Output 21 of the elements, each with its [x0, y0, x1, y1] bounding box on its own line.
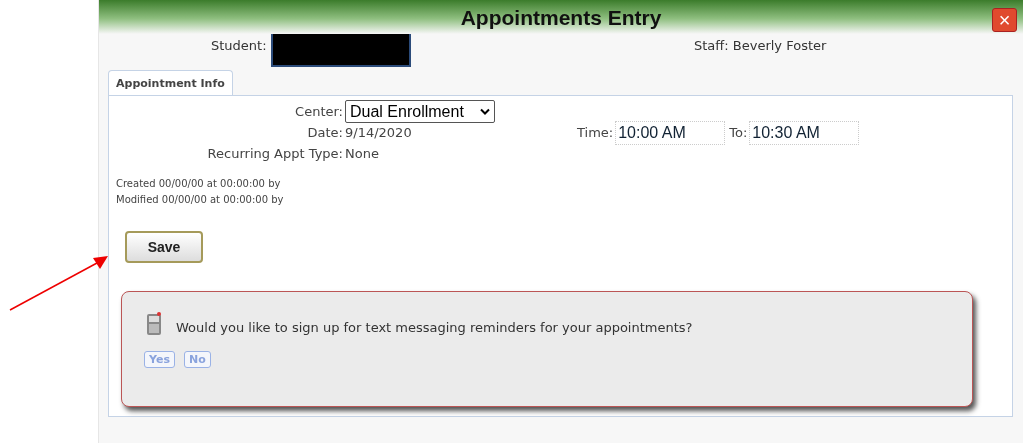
audit-text: Modified 00/00/00 at 00:00:00 by: [116, 193, 285, 207]
field-label: Recurring Appt Type:: [206, 146, 344, 161]
recurring-value: None: [345, 146, 380, 161]
field-label: Time:: [577, 125, 614, 140]
student-label: Student:: [211, 38, 267, 53]
reminder-question: Would you like to sign up for text messaging reminders for your appointments?: [176, 319, 693, 335]
close-button[interactable]: ×: [992, 8, 1017, 32]
time-field[interactable]: 10:00 AM: [615, 120, 726, 145]
phone-icon: [144, 312, 164, 336]
date-value: 9/14/2020: [345, 125, 413, 140]
center-dropdown[interactable]: Dual Enrollment: [345, 100, 495, 123]
save-button[interactable]: Save: [125, 231, 203, 263]
staff-label: Staff: Beverly Foster: [694, 38, 827, 55]
time-field[interactable]: 10:30 AM: [749, 120, 860, 145]
window-title: Appointments Entry: [460, 6, 662, 30]
tab[interactable]: Appointment Info: [108, 70, 233, 95]
field-label: Date:: [306, 125, 344, 140]
audit-text: Created 00/00/00 at 00:00:00 by: [116, 177, 282, 191]
caret-icon: [480, 108, 490, 115]
field-label: To:: [729, 125, 748, 140]
field-label: Center:: [294, 104, 344, 119]
